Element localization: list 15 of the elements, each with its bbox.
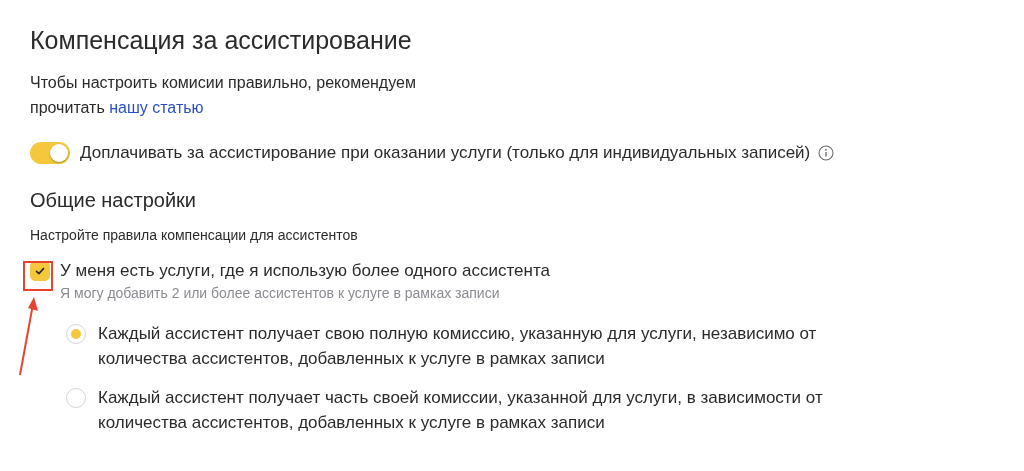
article-link[interactable]: нашу статью	[109, 99, 204, 116]
toggle-switch[interactable]	[30, 142, 70, 164]
page-title: Компенсация за ассистирование	[30, 25, 413, 56]
option-label: Каждый ассистент получает часть своей комиссии, указанной для услуги, в зависимости от количества ассистентов, добавленных к услуге в рамках записи	[98, 387, 824, 434]
checkbox[interactable]	[30, 261, 50, 281]
checkbox-hint: Я могу добавить 2 или более ассистентов к услуге в рамках записи	[60, 285, 501, 301]
checkbox-label: У меня есть услуги, где я использую более одного ассистента	[60, 261, 550, 281]
check-icon	[34, 265, 46, 277]
section-title: Общие настройки	[30, 188, 197, 213]
highlight-frame	[23, 261, 53, 291]
intro-text: Чтобы настроить комисии правильно, рекомендуем прочитать нашу статью	[30, 73, 417, 118]
option-label: Каждый ассистент получает свою полную комиссию, указанную для услуги, независимо от количества ассистентов, добавленных к услуге в рамках записи	[98, 323, 818, 370]
toggle-label: Доплачивать за ассистирование при оказании услуги (только для индивидуальных записей)	[80, 143, 811, 163]
info-icon[interactable]	[818, 145, 835, 161]
section-subtitle: Настройте правила компенсации для ассистентов	[30, 226, 359, 244]
